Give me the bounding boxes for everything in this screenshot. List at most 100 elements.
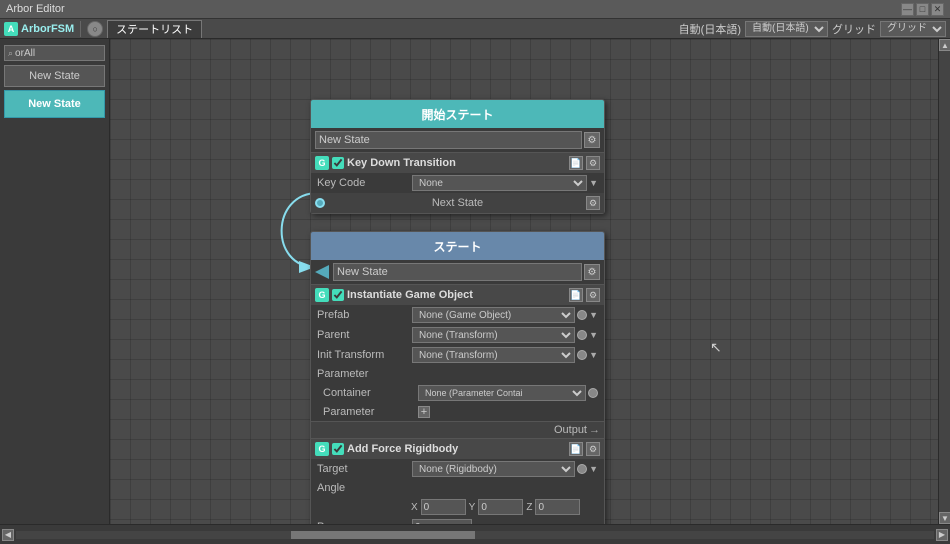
init-transform-select[interactable]: None (Transform)	[412, 347, 575, 363]
grid-select[interactable]: グリッド	[880, 21, 946, 37]
maximize-button[interactable]: □	[916, 3, 929, 16]
minimize-button[interactable]: —	[901, 3, 914, 16]
scroll-up-button[interactable]: ▲	[939, 39, 950, 51]
state-list-tab[interactable]: ステートリスト	[107, 20, 202, 38]
init-transform-arrow-icon: ▼	[589, 350, 598, 360]
start-state-title: 開始ステート	[421, 106, 493, 123]
target-arrow-icon: ▼	[589, 464, 598, 474]
add-force-settings-button[interactable]: ⚙	[586, 442, 600, 456]
init-transform-dot[interactable]	[577, 350, 587, 360]
prefab-dot[interactable]	[577, 310, 587, 320]
search-input[interactable]	[15, 48, 85, 59]
add-force-component-header: G Add Force Rigidbody 📄 ⚙	[311, 439, 604, 459]
instantiate-settings-button[interactable]: ⚙	[586, 288, 600, 302]
prefab-field-row: Prefab None (Game Object) ▼	[311, 305, 604, 325]
main-layout: ⌕ New State New State 開始ステート ⚙	[0, 39, 950, 524]
state-gear-button[interactable]: ⚙	[584, 264, 600, 280]
scroll-left-button[interactable]: ◀	[2, 529, 14, 541]
component-settings-button[interactable]: ⚙	[586, 156, 600, 170]
instantiate-component-section: G Instantiate Game Object 📄 ⚙ Prefab Non…	[311, 284, 604, 438]
add-force-enabled-checkbox[interactable]	[332, 443, 344, 455]
h-scroll-thumb	[291, 531, 475, 539]
state-node: ステート ⚙ G Instantiate Game Object 📄 ⚙	[310, 231, 605, 524]
angle-y-input[interactable]	[478, 499, 523, 515]
new-state-button[interactable]: New State	[4, 65, 105, 87]
target-field-row: Target None (Rigidbody) ▼	[311, 459, 604, 479]
next-state-row: Next State ⚙	[311, 193, 604, 213]
scroll-track[interactable]	[939, 51, 950, 512]
param-plus-button[interactable]: +	[418, 406, 430, 418]
key-down-transition-header: G Key Down Transition 📄 ⚙	[311, 153, 604, 173]
h-scroll-track[interactable]	[16, 531, 934, 539]
arbor-logo-icon: A	[4, 22, 18, 36]
y-label: Y	[469, 502, 476, 513]
key-code-select[interactable]: None	[412, 175, 587, 191]
add-force-doc-button[interactable]: 📄	[569, 442, 583, 456]
angle-xyz-row: X Y Z	[311, 497, 604, 517]
container-value: None (Parameter Contai	[418, 385, 598, 401]
parent-arrow-icon: ▼	[589, 330, 598, 340]
power-field-row: Power	[311, 517, 604, 524]
scroll-down-button[interactable]: ▼	[939, 512, 950, 524]
next-state-gear-button[interactable]: ⚙	[586, 196, 600, 210]
parent-value: None (Transform) ▼	[412, 327, 598, 343]
toolbar: A ArborFSM ○ ステートリスト 自動(日本語) 自動(日本語) グリッ…	[0, 19, 950, 39]
component-g-icon: G	[315, 156, 329, 170]
parameter-label-row: Parameter	[311, 365, 604, 383]
prefab-select[interactable]: None (Game Object)	[412, 307, 575, 323]
angle-x-input[interactable]	[421, 499, 466, 515]
start-state-name-input[interactable]	[315, 131, 582, 149]
start-state-gear-button[interactable]: ⚙	[584, 132, 600, 148]
scroll-right-button[interactable]: ▶	[936, 529, 948, 541]
close-button[interactable]: ✕	[931, 3, 944, 16]
sidebar-search[interactable]: ⌕	[4, 45, 105, 61]
state-name-input[interactable]	[333, 263, 582, 281]
container-select[interactable]: None (Parameter Contai	[418, 385, 586, 401]
target-select[interactable]: None (Rigidbody)	[412, 461, 575, 477]
target-label: Target	[317, 463, 412, 475]
container-field-row: Container None (Parameter Contai	[311, 383, 604, 403]
prefab-value: None (Game Object) ▼	[412, 307, 598, 323]
key-code-label: Key Code	[317, 177, 412, 189]
angle-label: Angle	[317, 482, 412, 494]
title-bar: Arbor Editor — □ ✕	[0, 0, 950, 19]
start-state-name-row: ⚙	[311, 128, 604, 152]
init-transform-field-row: Init Transform None (Transform) ▼	[311, 345, 604, 365]
component-title: Key Down Transition	[347, 157, 566, 169]
add-force-g-icon: G	[315, 442, 329, 456]
sidebar: ⌕ New State New State	[0, 39, 110, 524]
parent-label: Parent	[317, 329, 412, 341]
parent-select[interactable]: None (Transform)	[412, 327, 575, 343]
canvas-area[interactable]: 開始ステート ⚙ G Key Down Transition 📄 ⚙ Key C…	[110, 39, 938, 524]
instantiate-doc-button[interactable]: 📄	[569, 288, 583, 302]
component-enabled-checkbox[interactable]	[332, 157, 344, 169]
component-doc-button[interactable]: 📄	[569, 156, 583, 170]
toolbar-circle-button[interactable]: ○	[87, 21, 103, 37]
target-dot[interactable]	[577, 464, 587, 474]
param-field-row: Parameter +	[311, 403, 604, 421]
parent-dot[interactable]	[577, 330, 587, 340]
instantiate-component-header: G Instantiate Game Object 📄 ⚙	[311, 285, 604, 305]
toolbar-logo: A ArborFSM	[4, 22, 74, 36]
auto-label: 自動(日本語)	[679, 21, 741, 37]
search-icon: ⌕	[8, 48, 13, 59]
power-input[interactable]	[412, 519, 472, 524]
angle-label-row: Angle	[311, 479, 604, 497]
sidebar-item-new-state[interactable]: New State	[4, 90, 105, 118]
angle-z-input[interactable]	[535, 499, 580, 515]
container-dot[interactable]	[588, 388, 598, 398]
output-row: Output →	[311, 421, 604, 438]
next-state-dot[interactable]	[315, 198, 325, 208]
output-label: Output	[554, 424, 587, 436]
auto-select[interactable]: 自動(日本語)	[745, 21, 828, 37]
prefab-arrow-icon: ▼	[589, 310, 598, 320]
prefab-label: Prefab	[317, 309, 412, 321]
instantiate-enabled-checkbox[interactable]	[332, 289, 344, 301]
param-value: +	[418, 406, 598, 418]
instantiate-g-icon: G	[315, 288, 329, 302]
x-label: X	[411, 502, 418, 513]
output-arrow: →	[589, 424, 600, 436]
parent-field-row: Parent None (Transform) ▼	[311, 325, 604, 345]
state-title: ステート	[433, 238, 481, 255]
add-force-component-title: Add Force Rigidbody	[347, 443, 566, 455]
